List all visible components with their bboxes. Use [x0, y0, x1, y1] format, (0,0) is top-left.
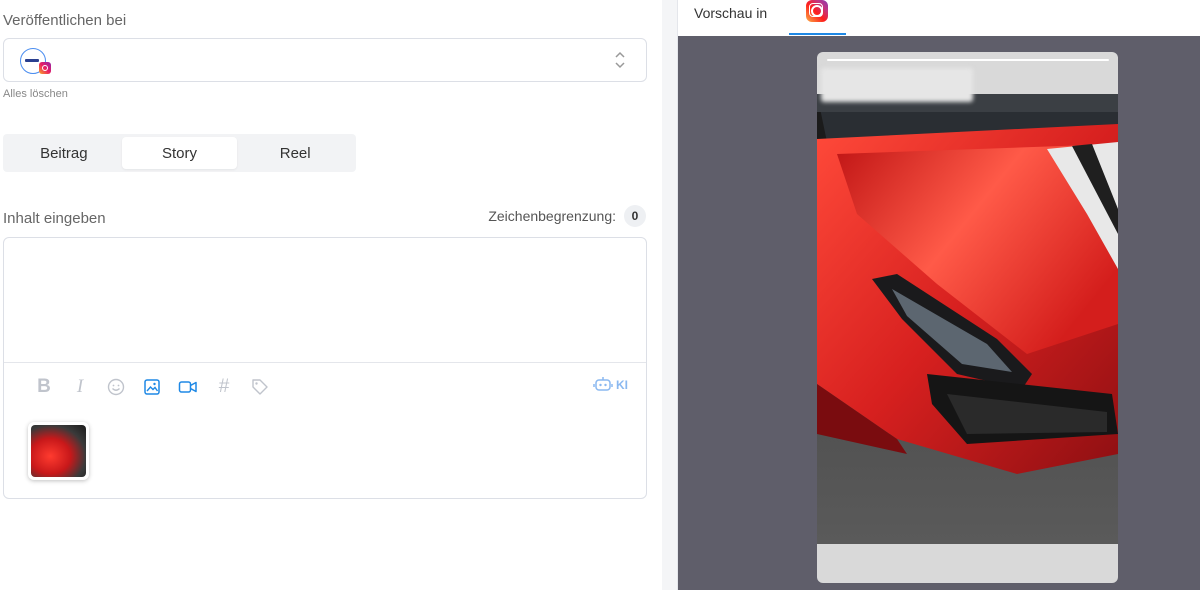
post-type-tabs: Beitrag Story Reel: [3, 134, 356, 172]
tag-icon[interactable]: [242, 376, 278, 398]
robot-icon: [593, 377, 613, 391]
char-limit: Zeichenbegrenzung: 0: [488, 205, 646, 227]
account-logo: [25, 59, 39, 62]
image-icon[interactable]: [134, 376, 170, 398]
account-select[interactable]: [3, 38, 647, 82]
instagram-badge-icon: [39, 62, 51, 74]
hashtag-icon[interactable]: #: [206, 376, 242, 398]
instagram-icon[interactable]: [806, 0, 828, 22]
preview-header: Vorschau in: [678, 0, 1200, 36]
video-icon[interactable]: [170, 376, 206, 398]
chevron-updown-icon[interactable]: [614, 51, 626, 69]
story-image: [817, 94, 1118, 544]
story-account-header: [821, 68, 973, 102]
content-textarea[interactable]: [4, 238, 646, 363]
content-label: Inhalt eingeben: [3, 210, 106, 227]
tab-beitrag[interactable]: Beitrag: [6, 137, 122, 169]
ai-assistant-button[interactable]: KI: [593, 376, 628, 394]
content-editor: B I # KI: [3, 237, 647, 499]
media-thumbnail[interactable]: [28, 422, 89, 480]
tab-reel[interactable]: Reel: [237, 137, 353, 169]
panel-divider[interactable]: [662, 0, 678, 590]
car-thumbnail-image: [31, 425, 86, 477]
bold-icon[interactable]: B: [26, 376, 62, 398]
emoji-icon[interactable]: [98, 376, 134, 398]
account-avatar: [20, 48, 51, 74]
publish-label: Veröffentlichen bei: [3, 12, 127, 29]
ai-label: KI: [616, 378, 628, 392]
preview-panel: Vorschau in: [678, 0, 1200, 590]
preview-label: Vorschau in: [694, 5, 768, 21]
italic-icon[interactable]: I: [62, 376, 98, 398]
compose-panel: Veröffentlichen bei Alles löschen Beitra…: [0, 0, 662, 590]
clear-all-link[interactable]: Alles löschen: [3, 88, 68, 100]
active-tab-indicator: [789, 33, 846, 35]
tab-story[interactable]: Story: [121, 137, 238, 169]
story-progress-bar: [827, 59, 1109, 61]
story-preview: [817, 52, 1118, 583]
editor-toolbar: B I #: [26, 376, 278, 398]
char-count-badge: 0: [624, 205, 646, 227]
char-limit-label: Zeichenbegrenzung:: [488, 208, 616, 224]
